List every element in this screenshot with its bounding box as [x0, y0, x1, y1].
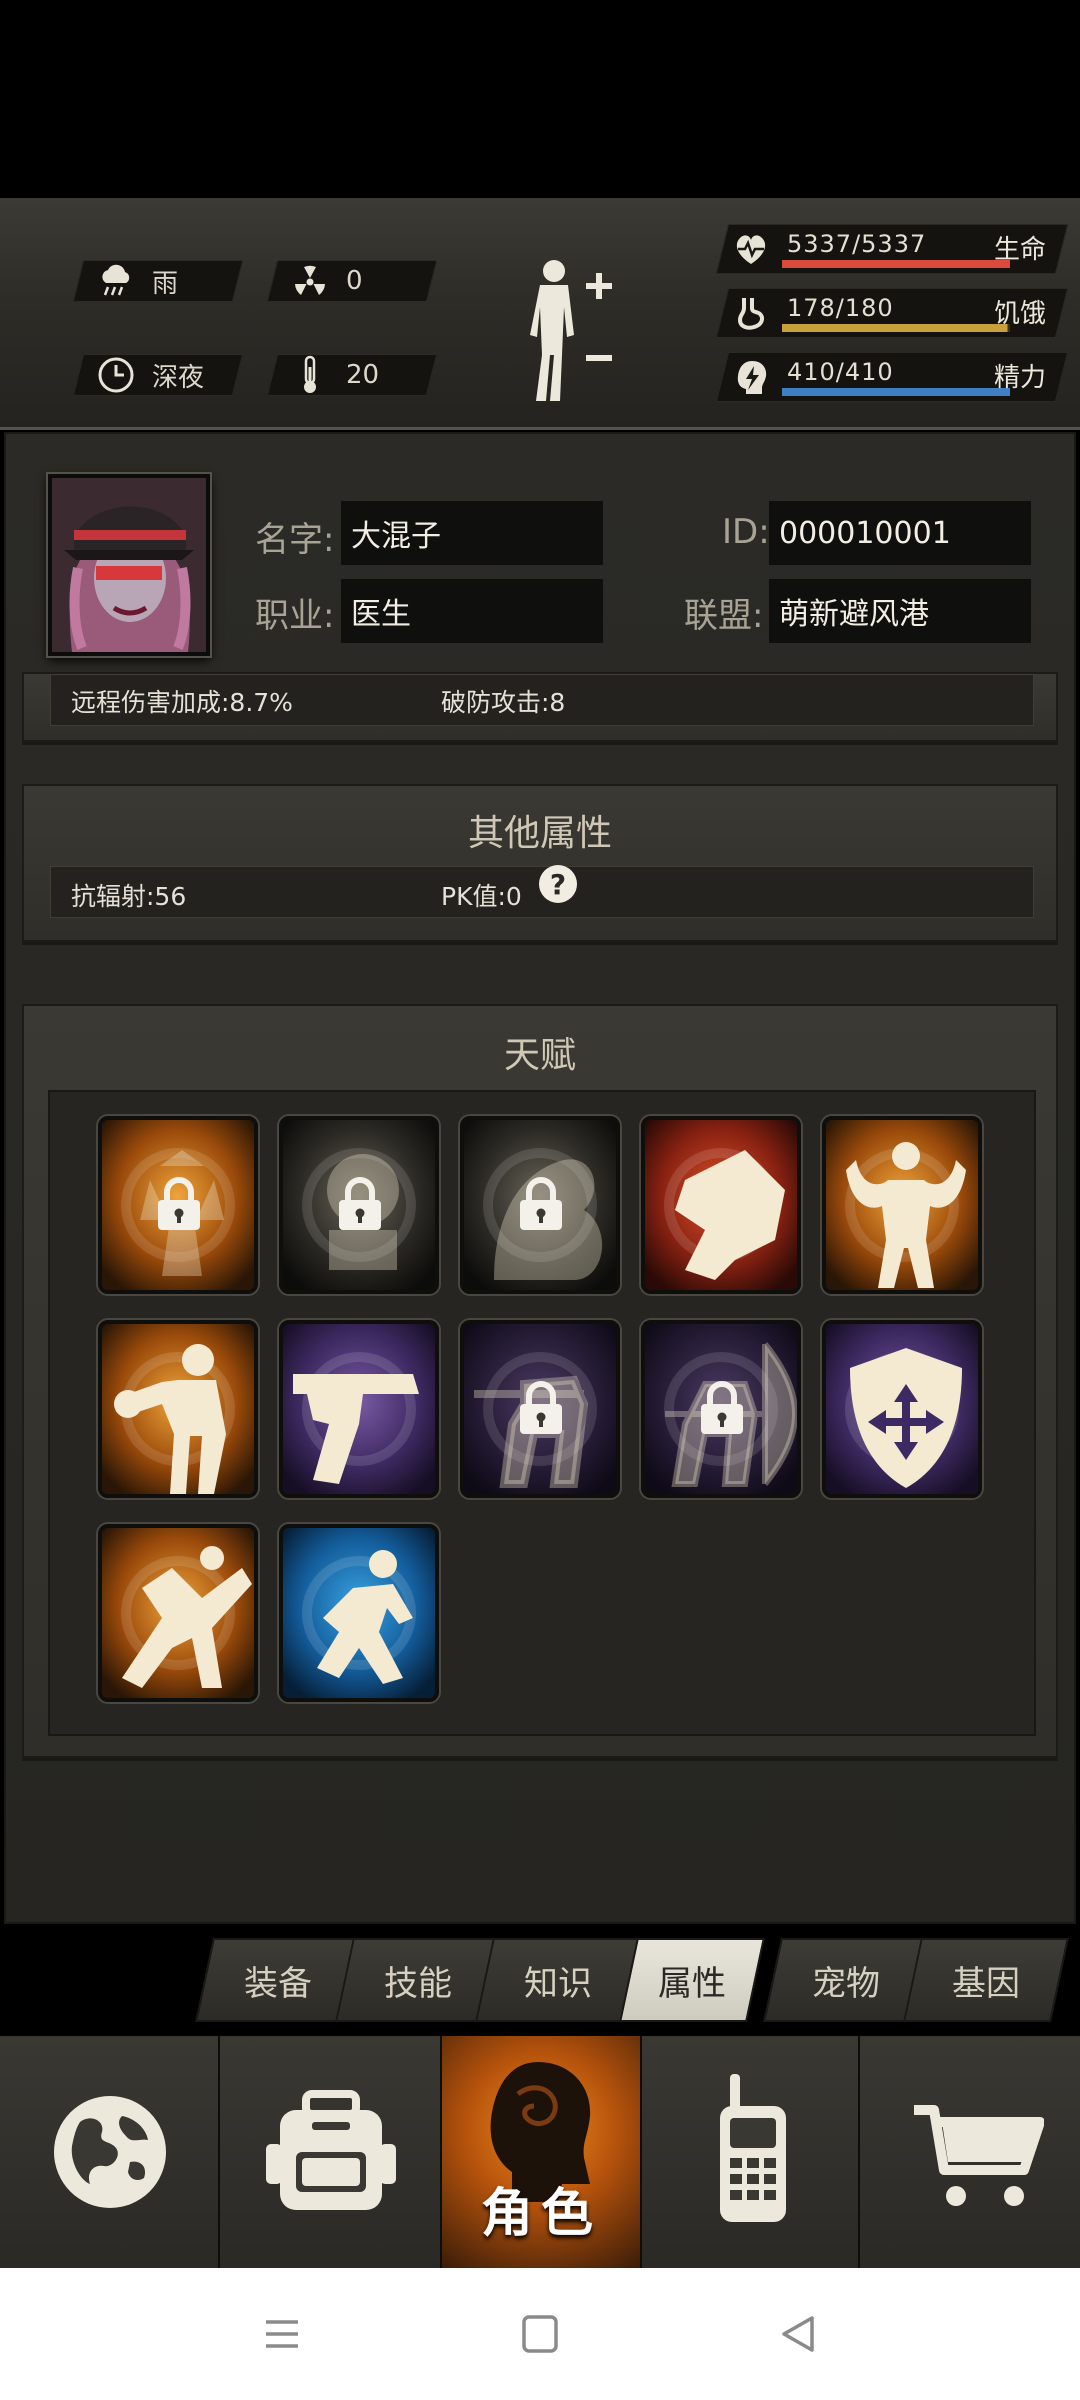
menu-icon[interactable]	[252, 2306, 312, 2362]
talent-strongman-icon	[826, 1120, 978, 1290]
talent-crouch-icon	[283, 1528, 435, 1698]
job-field: 医生	[340, 578, 604, 644]
nav-backpack-button[interactable]	[220, 2036, 442, 2268]
talent-crouch[interactable]	[279, 1524, 439, 1702]
stomach-icon	[737, 298, 764, 330]
tab-genes[interactable]: 基因	[903, 1938, 1069, 2022]
alliance-field: 萌新避风港	[768, 578, 1032, 644]
bottom-navigation: 角色	[0, 2036, 1080, 2268]
talent-dodge[interactable]	[98, 1524, 258, 1702]
lock-icon	[339, 1177, 381, 1230]
talent-archer[interactable]	[641, 1320, 801, 1498]
weather-indicator: 雨	[72, 260, 244, 302]
job-label: 职业:	[255, 596, 335, 636]
talent-rifleman[interactable]	[460, 1320, 620, 1498]
nav-character-button[interactable]: 角色	[442, 2036, 642, 2268]
back-triangle-icon[interactable]	[768, 2306, 828, 2362]
talent-boxer-icon	[102, 1324, 254, 1494]
nav-radio-button[interactable]	[642, 2036, 860, 2268]
talent-fist[interactable]	[641, 1116, 801, 1294]
lock-icon	[158, 1177, 200, 1230]
hunger-label: 饥饿	[994, 299, 1047, 329]
combat-attr-row: 远程伤害加成:8.7% 破防攻击:8	[50, 674, 1034, 726]
talent-shield-icon	[826, 1324, 978, 1494]
lock-icon	[701, 1381, 743, 1434]
nav-shop-button[interactable]	[860, 2036, 1080, 2268]
talent-scholar[interactable]	[279, 1116, 439, 1294]
talent-pistol[interactable]	[279, 1320, 439, 1498]
talent-shield[interactable]	[822, 1320, 982, 1498]
home-square-icon[interactable]	[510, 2306, 570, 2362]
temperature-indicator: 20	[266, 354, 438, 396]
ranged-damage-bonus: 远程伤害加成:8.7%	[71, 688, 293, 717]
energy-bar	[782, 388, 1010, 396]
radiation-indicator: 0	[266, 260, 438, 302]
temperature-value: 20	[346, 360, 380, 390]
backpack-icon	[266, 2090, 396, 2210]
radiation-value: 0	[346, 266, 363, 296]
name-field: 大混子	[340, 500, 604, 566]
lock-icon	[520, 1177, 562, 1230]
heart-icon	[736, 235, 766, 264]
time-indicator: 深夜	[72, 354, 244, 396]
clock-icon	[96, 355, 136, 395]
health-label: 生命	[994, 235, 1047, 265]
tab-skills[interactable]: 技能	[335, 1938, 501, 2022]
walkie-talkie-icon	[720, 2074, 786, 2222]
tab-attributes[interactable]: 属性	[619, 1938, 765, 2022]
other-attributes-panel: 其他属性 抗辐射:56 PK值:0 ?	[22, 784, 1058, 942]
radiation-resistance: 抗辐射:56	[71, 882, 187, 911]
tab-pets[interactable]: 宠物	[763, 1938, 929, 2022]
energy-stat: 410/410 精力	[715, 352, 1069, 402]
shopping-cart-icon	[914, 2105, 1044, 2206]
talents-title: 天赋	[503, 1035, 576, 1076]
name-label: 名字:	[255, 520, 335, 560]
health-value: 5337/5337	[787, 230, 927, 258]
health-stat: 5337/5337 生命	[715, 224, 1069, 274]
system-navigation-bar	[0, 2268, 1080, 2400]
thermometer-icon	[290, 355, 330, 395]
talent-dodge-icon	[102, 1528, 254, 1698]
hunger-stat: 178/180 饥饿	[715, 288, 1069, 338]
energy-label: 精力	[994, 363, 1047, 393]
alliance-label: 联盟:	[684, 596, 764, 636]
tab-equipment[interactable]: 装备	[195, 1938, 361, 2022]
brain-bolt-icon	[737, 361, 767, 394]
combat-attributes-panel: 远程伤害加成:8.7% 破防攻击:8	[22, 672, 1058, 742]
character-avatar[interactable]	[48, 474, 210, 656]
character-tabs: 装备 技能 知识 属性 宠物 基因	[0, 1924, 1080, 2036]
help-icon[interactable]: ?	[539, 865, 577, 903]
lock-icon	[520, 1381, 562, 1434]
hunger-value: 178/180	[787, 294, 894, 322]
energy-value: 410/410	[787, 358, 894, 386]
hunger-bar	[782, 324, 1010, 332]
tab-knowledge[interactable]: 知识	[475, 1938, 641, 2022]
rain-cloud-icon	[96, 261, 136, 301]
talent-pistol-icon	[283, 1324, 435, 1494]
talent-strongman[interactable]	[822, 1116, 982, 1294]
id-label: ID:	[722, 512, 770, 552]
time-text: 深夜	[152, 362, 205, 393]
nav-character-label: 角色	[480, 2184, 601, 2244]
globe-icon	[54, 2096, 166, 2208]
pk-value: PK值:0	[441, 882, 522, 911]
other-attr-row: 抗辐射:56 PK值:0 ?	[50, 865, 1034, 918]
talent-carrier[interactable]	[98, 1116, 258, 1294]
weather-text: 雨	[152, 268, 179, 299]
talent-shadow[interactable]	[460, 1116, 620, 1294]
talent-boxer[interactable]	[98, 1320, 258, 1498]
health-bar	[782, 260, 1010, 268]
id-field: 000010001	[768, 500, 1032, 566]
other-attributes-title: 其他属性	[467, 813, 612, 854]
nav-map-button[interactable]	[0, 2036, 220, 2268]
radiation-icon	[290, 261, 330, 301]
talent-fist-icon	[645, 1120, 797, 1290]
armor-pierce-attack: 破防攻击:8	[441, 688, 566, 717]
body-status-icon[interactable]	[520, 255, 630, 405]
portrait-image	[52, 478, 206, 652]
